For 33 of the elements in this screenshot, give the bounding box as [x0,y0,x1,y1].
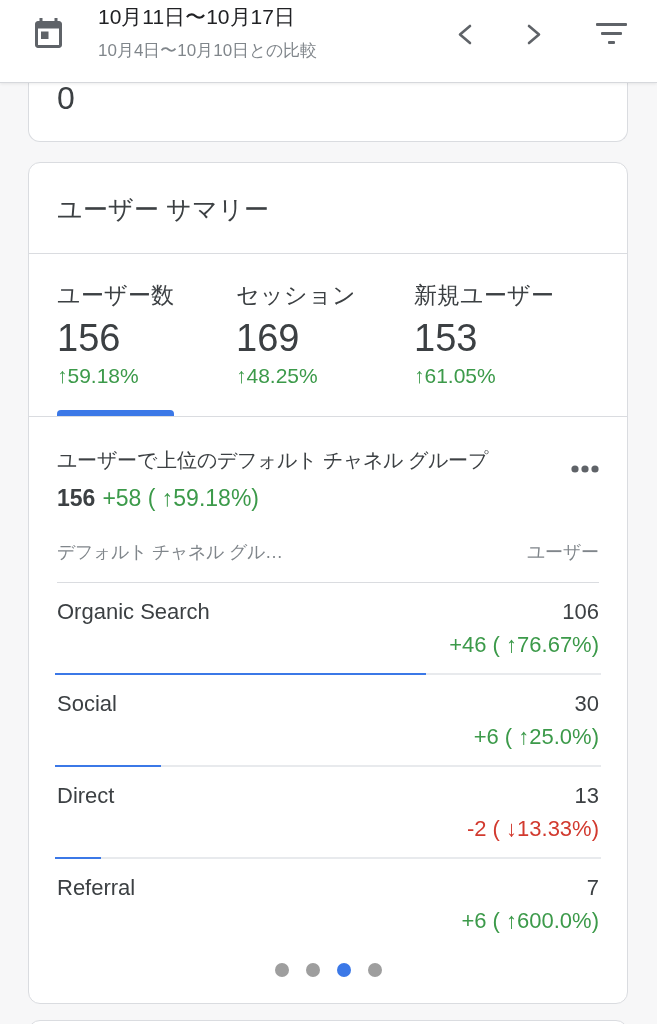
page-dot-icon[interactable] [305,963,320,977]
change-value: +6 ( ↑600.0%) [461,907,599,935]
total-change: +58 ( ↑59.18%) [102,484,259,513]
channel-name: Referral [57,875,136,901]
page-dot-icon[interactable] [274,963,289,977]
more-icon[interactable] [571,465,599,473]
user-count: 13 [574,783,599,809]
page-dot-icon[interactable] [367,963,382,977]
column-header: デフォルト チャネル グル… [57,541,283,564]
date-range-title: 10月11日〜10月17日 [98,4,295,30]
metric-tab[interactable]: ユーザー数 156 ↑59.18% [57,254,174,416]
change-value: -2 ( ↓13.33%) [466,815,599,843]
user-count: 30 [574,691,599,717]
channel-name: Organic Search [57,599,210,625]
user-count: 106 [562,599,599,625]
calendar-icon[interactable] [35,18,62,48]
chevron-right-icon[interactable] [527,24,542,45]
chevron-left-icon[interactable] [457,24,472,45]
metric-tab[interactable]: セッション 169 ↑48.25% [236,254,356,416]
user-count: 7 [586,875,599,901]
page-dot-icon[interactable] [336,963,351,977]
chart-title: ユーザーで上位のデフォルト チャネル グループ [57,448,489,473]
filter-icon[interactable] [596,23,627,44]
metric-value: 0 [57,83,75,113]
change-value: +6 ( ↑25.0%) [473,723,599,751]
channel-name: Direct [57,783,115,809]
metric-tab[interactable]: 新規ユーザー 153 ↑61.05% [414,254,554,416]
column-header: ユーザー [527,541,599,564]
channel-name: Social [57,691,117,717]
comparison-range: 10月4日〜10月10日との比較 [98,40,318,62]
total-users: 156 [57,484,96,513]
change-value: +46 ( ↑76.67%) [449,631,599,659]
card-title: ユーザー サマリー [57,194,269,225]
